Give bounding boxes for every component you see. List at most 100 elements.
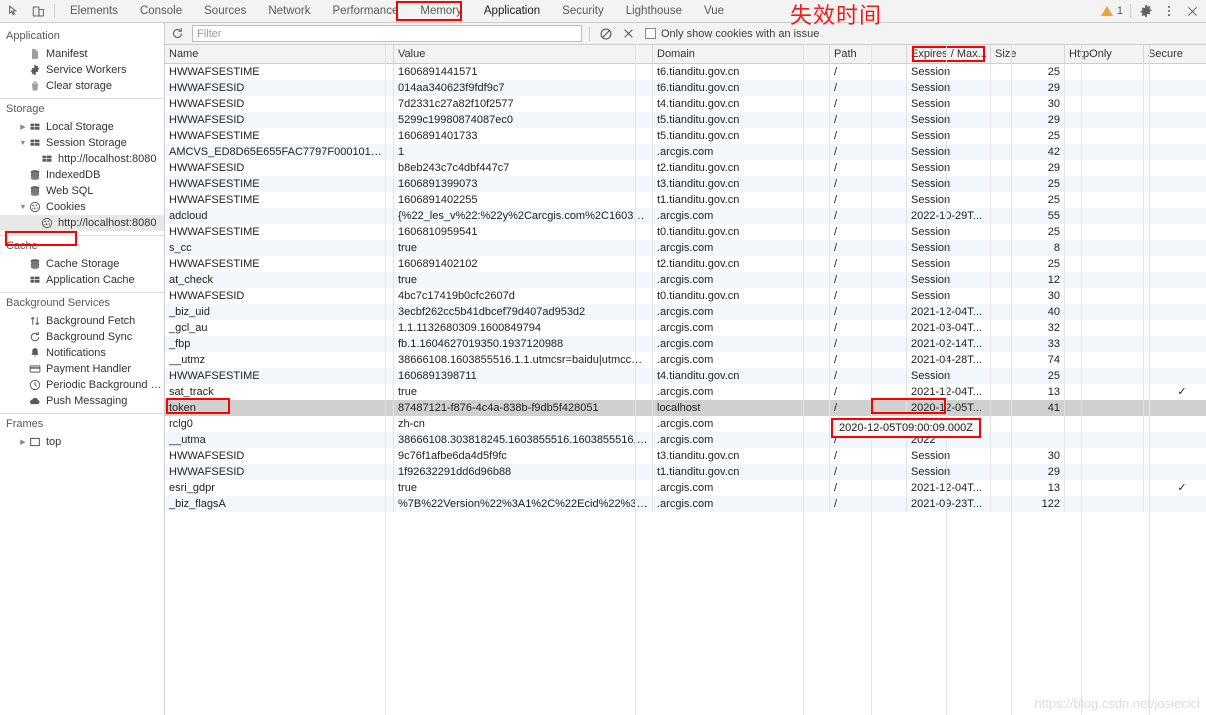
tab-vue[interactable]: Vue xyxy=(693,0,735,22)
sidebar-item-cache-storage[interactable]: Cache Storage xyxy=(0,256,164,272)
cell-size: 29 xyxy=(991,160,1065,176)
divider xyxy=(1130,4,1131,18)
table-row[interactable]: token87487121-f876-4c4a-838b-f9db5f42805… xyxy=(165,400,1206,416)
cell-name: HWWAFSESTIME xyxy=(165,128,394,144)
only-show-issues-checkbox-wrapper[interactable]: Only show cookies with an issue xyxy=(645,28,819,40)
refresh-icon[interactable] xyxy=(169,25,186,42)
tab-network[interactable]: Network xyxy=(257,0,321,22)
cell-domain: t3.tianditu.gov.cn xyxy=(653,448,830,464)
sidebar-item-http-localhost-8080[interactable]: http://localhost:8080 xyxy=(0,215,164,231)
table-row[interactable]: sat_tracktrue.arcgis.com/2021-12-04T...1… xyxy=(165,384,1206,400)
clear-all-cookies-icon[interactable] xyxy=(597,25,614,42)
sidebar-item-notifications[interactable]: Notifications xyxy=(0,345,164,361)
sidebar-item-application-cache[interactable]: Application Cache xyxy=(0,272,164,288)
table-row[interactable]: HWWAFSESTIME1606810959541t0.tianditu.gov… xyxy=(165,224,1206,240)
cell-value: %7B%22Version%22%3A1%2C%22Ecid%22%3A%22-… xyxy=(394,496,653,512)
table-row[interactable]: HWWAFSESTIME1606891401733t5.tianditu.gov… xyxy=(165,128,1206,144)
chevron-down-icon[interactable]: ▼ xyxy=(18,204,28,211)
sidebar-item-push-messaging[interactable]: Push Messaging xyxy=(0,393,164,409)
tab-application[interactable]: Application xyxy=(473,0,551,22)
table-row[interactable]: HWWAFSESTIME1606891441571t6.tianditu.gov… xyxy=(165,64,1206,81)
table-row[interactable]: __utma38666108.303818245.1603855516.1603… xyxy=(165,432,1206,448)
tab-label: Performance xyxy=(333,5,399,17)
warning-indicator[interactable]: 1 xyxy=(1101,5,1123,17)
sidebar-item-clear-storage[interactable]: Clear storage xyxy=(0,78,164,94)
cell-expires: 2020-12-05T... xyxy=(907,400,991,416)
column-header-expires[interactable]: Expires / Max... xyxy=(907,45,991,64)
cell-name: HWWAFSESTIME xyxy=(165,368,394,384)
tab-elements[interactable]: Elements xyxy=(59,0,129,22)
tab-memory[interactable]: Memory xyxy=(409,0,473,22)
tab-performance[interactable]: Performance xyxy=(322,0,410,22)
table-row[interactable]: adcloud{%22_les_v%22:%22y%2Carcgis.com%2… xyxy=(165,208,1206,224)
table-row[interactable]: HWWAFSESTIME1606891398711t4.tianditu.gov… xyxy=(165,368,1206,384)
table-row[interactable]: HWWAFSESID7d2331c27a82f10f2577t4.tiandit… xyxy=(165,96,1206,112)
cell-httponly xyxy=(1065,272,1144,288)
sidebar-item-indexeddb[interactable]: IndexedDB xyxy=(0,167,164,183)
sidebar-item-web-sql[interactable]: Web SQL xyxy=(0,183,164,199)
device-toolbar-icon[interactable] xyxy=(30,3,46,19)
chevron-right-icon[interactable]: ▶ xyxy=(18,438,28,446)
cell-size: 25 xyxy=(991,176,1065,192)
inspect-element-icon[interactable] xyxy=(6,3,22,19)
sidebar-item-service-workers[interactable]: Service Workers xyxy=(0,62,164,78)
sidebar-item-session-storage[interactable]: ▼Session Storage xyxy=(0,135,164,151)
table-row[interactable]: __utmz38666108.1603855516.1.1.utmcsr=bai… xyxy=(165,352,1206,368)
tab-security[interactable]: Security xyxy=(551,0,615,22)
table-row[interactable]: HWWAFSESID1f92632291dd6d96b88t1.tianditu… xyxy=(165,464,1206,480)
sidebar-item-top[interactable]: ▶ top xyxy=(0,434,164,450)
column-header-path[interactable]: Path xyxy=(830,45,907,64)
table-row[interactable]: HWWAFSESID4bc7c17419b0cfc2607dt0.tiandit… xyxy=(165,288,1206,304)
table-row[interactable]: HWWAFSESIDb8eb243c7c4dbf447c7t2.tianditu… xyxy=(165,160,1206,176)
tab-lighthouse[interactable]: Lighthouse xyxy=(615,0,693,22)
cell-size: 30 xyxy=(991,96,1065,112)
table-row[interactable]: HWWAFSESID014aa340623f9fdf9c7t6.tianditu… xyxy=(165,80,1206,96)
sidebar-item-payment-handler[interactable]: Payment Handler xyxy=(0,361,164,377)
table-row[interactable]: _gcl_au1.1.1132680309.1600849794.arcgis.… xyxy=(165,320,1206,336)
close-icon[interactable] xyxy=(1184,3,1200,19)
tab-label: Lighthouse xyxy=(626,5,682,17)
cell-secure: ✓ xyxy=(1144,384,1206,400)
table-row[interactable]: _biz_flagsA%7B%22Version%22%3A1%2C%22Eci… xyxy=(165,496,1206,512)
cell-secure xyxy=(1144,368,1206,384)
sidebar-item-http-localhost-8080[interactable]: http://localhost:8080 xyxy=(0,151,164,167)
table-row[interactable]: HWWAFSESTIME1606891402102t2.tianditu.gov… xyxy=(165,256,1206,272)
tab-sources[interactable]: Sources xyxy=(193,0,257,22)
sidebar-item-cookies[interactable]: ▼Cookies xyxy=(0,199,164,215)
sidebar-item-label: Web SQL xyxy=(46,185,94,197)
column-header-size[interactable]: Size xyxy=(991,45,1065,64)
column-header-value[interactable]: Value xyxy=(394,45,653,64)
gear-icon[interactable] xyxy=(1138,3,1154,19)
column-header-httponly[interactable]: HttpOnly xyxy=(1065,45,1144,64)
chevron-down-icon[interactable]: ▼ xyxy=(18,140,28,147)
cell-domain: .arcgis.com xyxy=(653,304,830,320)
sidebar-item-periodic-background-sync[interactable]: Periodic Background Sync xyxy=(0,377,164,393)
table-row[interactable]: esri_gdprtrue.arcgis.com/2021-12-04T...1… xyxy=(165,480,1206,496)
table-row[interactable]: s_cctrue.arcgis.com/Session8Medium xyxy=(165,240,1206,256)
column-header-name[interactable]: Name xyxy=(165,45,394,64)
table-row[interactable]: _fbpfb.1.1604627019350.1937120988.arcgis… xyxy=(165,336,1206,352)
sidebar-item-label: top xyxy=(46,436,61,448)
delete-cookie-icon[interactable] xyxy=(620,25,637,42)
column-header-domain[interactable]: Domain xyxy=(653,45,830,64)
table-row[interactable]: HWWAFSESID5299c19980874087ec0t5.tianditu… xyxy=(165,112,1206,128)
only-show-issues-checkbox[interactable] xyxy=(645,28,656,39)
sidebar-item-manifest[interactable]: Manifest xyxy=(0,46,164,62)
sidebar-item-local-storage[interactable]: ▶Local Storage xyxy=(0,119,164,135)
kebab-menu-icon[interactable] xyxy=(1161,3,1177,19)
filter-input[interactable] xyxy=(192,25,582,42)
cell-secure xyxy=(1144,224,1206,240)
table-row[interactable]: at_checktrue.arcgis.com/Session12Medium xyxy=(165,272,1206,288)
table-row[interactable]: AMCVS_ED8D65E655FAC7797F000101%40Ad...1.… xyxy=(165,144,1206,160)
cell-name: HWWAFSESTIME xyxy=(165,64,394,81)
table-row[interactable]: HWWAFSESTIME1606891399073t3.tianditu.gov… xyxy=(165,176,1206,192)
chevron-right-icon[interactable]: ▶ xyxy=(18,123,28,131)
table-row[interactable]: _biz_uid3ecbf262cc5b41dbcef79d407ad953d2… xyxy=(165,304,1206,320)
column-header-secure[interactable]: Secure xyxy=(1144,45,1206,64)
sidebar-item-background-sync[interactable]: Background Sync xyxy=(0,329,164,345)
table-row[interactable]: HWWAFSESTIME1606891402255t1.tianditu.gov… xyxy=(165,192,1206,208)
tab-console[interactable]: Console xyxy=(129,0,193,22)
sidebar-item-background-fetch[interactable]: Background Fetch xyxy=(0,313,164,329)
table-row[interactable]: rclg0zh-cn.arcgis.com/203Medium xyxy=(165,416,1206,432)
table-row[interactable]: HWWAFSESID9c76f1afbe6da4d5f9fct3.tiandit… xyxy=(165,448,1206,464)
